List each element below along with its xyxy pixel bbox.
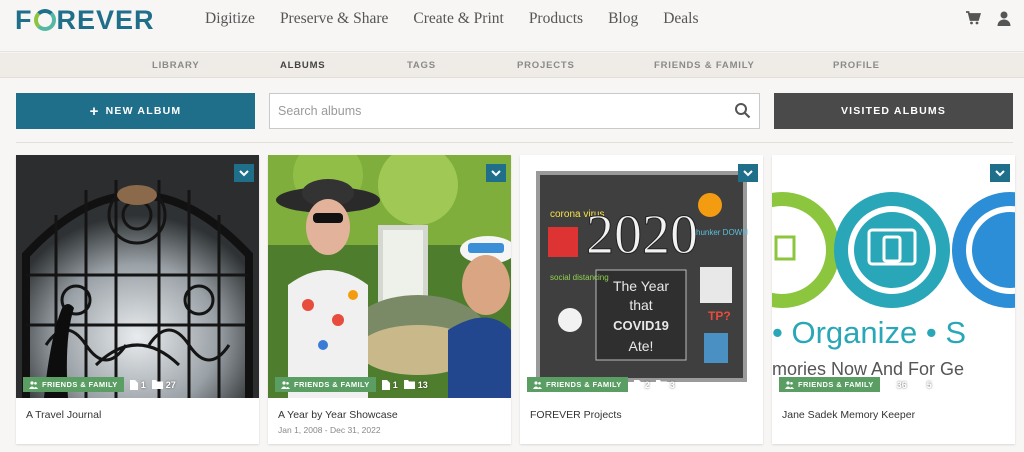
album-cover-image[interactable]: • Organize • S mories Now And For Ge <box>772 155 1015 398</box>
album-meta: FRIENDS & FAMILY 1 27 <box>23 377 176 392</box>
file-count: 1 <box>129 379 146 390</box>
subnav-profile[interactable]: PROFILE <box>833 60 880 71</box>
file-count: 2 <box>633 379 650 390</box>
banner-organize: • Organize • S <box>772 315 966 350</box>
people-icon <box>533 380 542 389</box>
poster-hunker: hunker DOWN <box>696 228 748 237</box>
people-icon <box>785 380 794 389</box>
album-menu-chevron-icon[interactable] <box>738 164 758 182</box>
forever-logo[interactable]: F REVER <box>15 4 155 35</box>
sharing-badge-label: FRIENDS & FAMILY <box>294 380 370 389</box>
subnav-friends-family[interactable]: FRIENDS & FAMILY <box>654 60 755 71</box>
file-icon <box>129 379 138 390</box>
sharing-badge-label: FRIENDS & FAMILY <box>798 380 874 389</box>
new-album-button[interactable]: + NEW ALBUM <box>16 93 255 129</box>
search-icon[interactable] <box>734 102 751 119</box>
album-title[interactable]: A Year by Year Showcase <box>278 409 398 421</box>
file-icon <box>885 379 894 390</box>
album-dates: Jan 1, 2008 - Dec 31, 2022 <box>278 425 381 435</box>
cart-icon[interactable] <box>965 10 981 26</box>
folder-icon <box>912 380 924 389</box>
album-title[interactable]: A Travel Journal <box>26 409 101 421</box>
nav-digitize[interactable]: Digitize <box>205 10 255 28</box>
album-menu-chevron-icon[interactable] <box>990 164 1010 182</box>
folder-icon <box>151 380 163 389</box>
folder-count-value: 5 <box>926 379 932 390</box>
search-input[interactable] <box>270 94 710 128</box>
subnav-tags[interactable]: TAGS <box>407 60 436 71</box>
album-meta: FRIENDS & FAMILY 36 5 <box>779 377 932 392</box>
poster-line3: COVID19 <box>613 318 669 333</box>
people-icon <box>29 380 38 389</box>
file-icon <box>381 379 390 390</box>
user-icon[interactable] <box>996 10 1012 26</box>
folder-count-value: 27 <box>165 379 176 390</box>
album-card[interactable]: • Organize • S mories Now And For Ge FRI… <box>772 155 1015 444</box>
album-title[interactable]: FOREVER Projects <box>530 409 622 421</box>
subnav-library[interactable]: LIBRARY <box>152 60 199 71</box>
folder-count-value: 3 <box>669 379 675 390</box>
album-meta: FRIENDS & FAMILY 1 13 <box>275 377 428 392</box>
poster-line4: Ate! <box>629 338 654 354</box>
subnav-projects[interactable]: PROJECTS <box>517 60 575 71</box>
main-nav: Digitize Preserve & Share Create & Print… <box>205 10 724 28</box>
folder-icon <box>403 380 415 389</box>
file-count-value: 1 <box>140 379 146 390</box>
banner-memories: mories Now And For Ge <box>772 359 964 379</box>
folder-count: 13 <box>403 379 428 390</box>
people-icon <box>281 380 290 389</box>
album-menu-chevron-icon[interactable] <box>234 164 254 182</box>
top-header: F REVER Digitize Preserve & Share Create … <box>0 0 1024 52</box>
album-card[interactable]: corona virus 2020 The Year that COVID19 … <box>520 155 763 444</box>
poster-line2: that <box>629 297 652 313</box>
sharing-badge-label: FRIENDS & FAMILY <box>42 380 118 389</box>
file-count: 36 <box>885 379 907 390</box>
visited-albums-button[interactable]: VISITED ALBUMS <box>774 93 1013 129</box>
file-icon <box>633 379 642 390</box>
sharing-badge: FRIENDS & FAMILY <box>779 377 880 392</box>
poster-social: social distancing <box>550 273 609 282</box>
album-cover-image[interactable] <box>16 155 259 398</box>
file-count: 1 <box>381 379 398 390</box>
album-cover-image[interactable]: corona virus 2020 The Year that COVID19 … <box>520 155 763 398</box>
album-cover-image[interactable] <box>268 155 511 398</box>
album-title[interactable]: Jane Sadek Memory Keeper <box>782 409 915 421</box>
sharing-badge: FRIENDS & FAMILY <box>527 377 628 392</box>
file-count-value: 1 <box>392 379 398 390</box>
poster-tp: TP? <box>708 309 731 323</box>
search-box <box>269 93 760 129</box>
logo-rest: REVER <box>56 4 155 35</box>
nav-create-print[interactable]: Create & Print <box>413 10 503 28</box>
sharing-badge-label: FRIENDS & FAMILY <box>546 380 622 389</box>
plus-icon: + <box>89 102 100 120</box>
album-menu-chevron-icon[interactable] <box>486 164 506 182</box>
logo-f: F <box>15 4 33 35</box>
album-meta: FRIENDS & FAMILY 2 3 <box>527 377 675 392</box>
nav-products[interactable]: Products <box>529 10 583 28</box>
nav-deals[interactable]: Deals <box>663 10 698 28</box>
folder-count: 3 <box>655 379 675 390</box>
file-count-value: 2 <box>644 379 650 390</box>
file-count-value: 36 <box>896 379 907 390</box>
album-card[interactable]: FRIENDS & FAMILY 1 27 A Travel Journal <box>16 155 259 444</box>
poster-line1: The Year <box>613 278 669 294</box>
folder-count: 5 <box>912 379 932 390</box>
divider <box>16 142 1013 143</box>
sharing-badge: FRIENDS & FAMILY <box>275 377 376 392</box>
album-card[interactable]: FRIENDS & FAMILY 1 13 A Year by Year Sho… <box>268 155 511 444</box>
subnav-albums[interactable]: ALBUMS <box>280 60 325 71</box>
folder-icon <box>655 380 667 389</box>
logo-o-mark <box>33 9 56 31</box>
sharing-badge: FRIENDS & FAMILY <box>23 377 124 392</box>
nav-blog[interactable]: Blog <box>608 10 638 28</box>
folder-count-value: 13 <box>417 379 428 390</box>
new-album-label: NEW ALBUM <box>105 105 182 117</box>
sub-nav: LIBRARY ALBUMS TAGS PROJECTS FRIENDS & F… <box>0 53 1024 78</box>
folder-count: 27 <box>151 379 176 390</box>
poster-year: 2020 <box>586 204 698 266</box>
nav-preserve-share[interactable]: Preserve & Share <box>280 10 388 28</box>
